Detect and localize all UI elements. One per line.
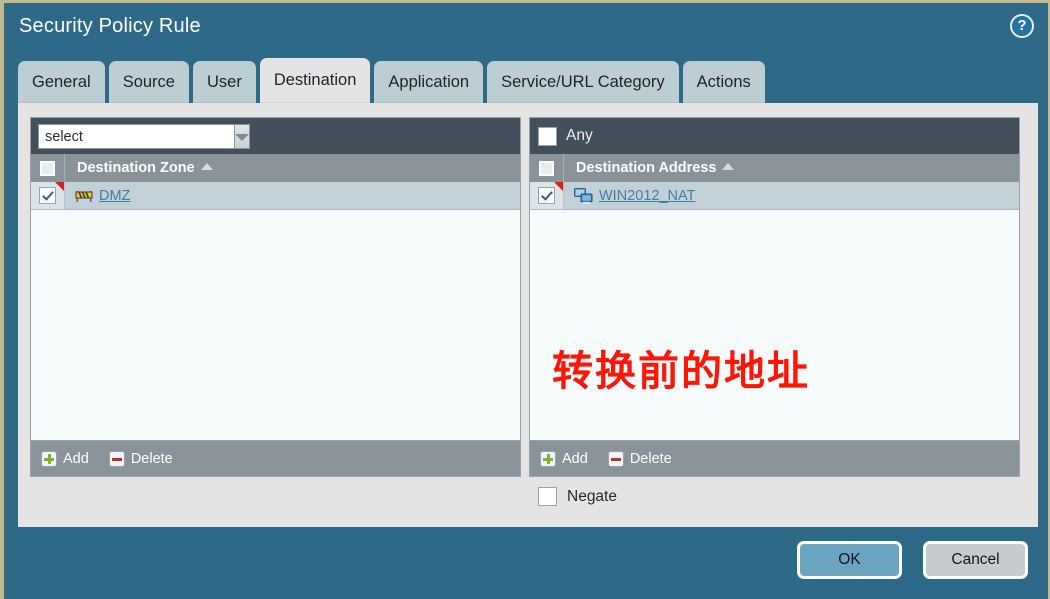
tab-service-url-category[interactable]: Service/URL Category <box>487 61 679 103</box>
cancel-button[interactable]: Cancel <box>923 541 1028 579</box>
address-add-label: Add <box>562 450 588 467</box>
tab-general[interactable]: General <box>18 61 105 103</box>
zone-row-content[interactable]: DMZ <box>65 188 130 204</box>
zone-list[interactable]: DMZ <box>31 182 520 440</box>
zone-select-combo[interactable] <box>38 124 250 149</box>
tab-user[interactable]: User <box>192 61 256 103</box>
page-title: Security Policy Rule <box>19 15 201 37</box>
sort-ascending-icon <box>722 163 735 170</box>
negate-label: Negate <box>567 487 617 505</box>
tab-application[interactable]: Application <box>374 61 484 103</box>
minus-icon <box>607 450 624 467</box>
address-select-all-checkbox[interactable] <box>538 159 555 177</box>
zone-add-button[interactable]: Add <box>41 450 89 467</box>
zone-panel-toolbar-top <box>31 118 520 154</box>
address-panel-toolbar-top: Any <box>530 118 1019 154</box>
dialog-titlebar: Security Policy Rule ? <box>4 3 1048 55</box>
address-row-label[interactable]: WIN2012_NAT <box>599 188 695 204</box>
zone-row-checkbox[interactable] <box>39 187 56 204</box>
address-select-all-cell[interactable] <box>530 154 564 182</box>
zone-column-title[interactable]: Destination Zone <box>65 160 213 176</box>
address-delete-label: Delete <box>629 450 672 467</box>
address-list[interactable]: WIN2012_NAT <box>530 182 1019 440</box>
dialog-footer: OK Cancel <box>4 527 1048 599</box>
zone-column-header: Destination Zone <box>31 154 520 182</box>
minus-icon <box>108 450 125 467</box>
any-row[interactable]: Any <box>538 118 593 154</box>
negate-checkbox[interactable] <box>538 487 557 506</box>
table-row[interactable]: WIN2012_NAT <box>530 182 1019 210</box>
address-column-title[interactable]: Destination Address <box>564 160 735 176</box>
zone-delete-label: Delete <box>130 450 173 467</box>
tab-destination[interactable]: Destination <box>259 58 371 103</box>
zone-add-label: Add <box>63 450 89 467</box>
modified-marker-icon <box>55 182 64 191</box>
any-label: Any <box>566 127 593 144</box>
zone-select-all-checkbox[interactable] <box>39 159 56 177</box>
address-delete-button[interactable]: Delete <box>607 450 672 467</box>
address-column-header: Destination Address <box>530 154 1019 182</box>
address-object-icon <box>574 187 593 204</box>
address-row-checkbox-cell[interactable] <box>530 182 564 209</box>
plus-icon <box>540 450 556 467</box>
any-checkbox[interactable] <box>538 126 557 146</box>
address-add-button[interactable]: Add <box>540 450 588 467</box>
negate-row[interactable]: Negate <box>538 487 617 506</box>
destination-tab-content: Destination Zone <box>18 103 1038 527</box>
zone-select-input[interactable] <box>39 125 234 148</box>
address-column-title-text: Destination Address <box>576 160 717 176</box>
destination-address-panel: Any Destination Address WIN2012_NAT Add … <box>529 117 1020 477</box>
address-row-content[interactable]: WIN2012_NAT <box>564 187 695 204</box>
destination-zone-panel: Destination Zone <box>30 117 521 477</box>
tab-actions[interactable]: Actions <box>682 61 765 103</box>
address-row-checkbox[interactable] <box>538 187 555 204</box>
ok-button[interactable]: OK <box>797 541 902 579</box>
help-circle-icon[interactable]: ? <box>1010 14 1034 38</box>
zone-row-checkbox-cell[interactable] <box>31 182 65 209</box>
chevron-down-icon[interactable] <box>234 125 249 148</box>
security-policy-rule-dialog: Security Policy Rule ? General Source Us… <box>0 0 1050 599</box>
table-row[interactable]: DMZ <box>31 182 520 210</box>
zone-barrier-icon <box>75 189 93 203</box>
plus-icon <box>41 450 57 467</box>
zone-column-title-text: Destination Zone <box>77 160 195 176</box>
zone-row-label[interactable]: DMZ <box>99 188 130 204</box>
zone-delete-button[interactable]: Delete <box>108 450 173 467</box>
modified-marker-icon <box>554 182 563 191</box>
zone-select-all-cell[interactable] <box>31 154 65 182</box>
tab-bar: General Source User Destination Applicat… <box>18 58 765 103</box>
address-panel-toolbar: Add Delete <box>530 440 1019 476</box>
sort-ascending-icon <box>200 163 213 170</box>
zone-panel-toolbar: Add Delete <box>31 440 520 476</box>
tab-source[interactable]: Source <box>108 61 189 103</box>
annotation-text: 转换前的地址 <box>552 348 810 394</box>
